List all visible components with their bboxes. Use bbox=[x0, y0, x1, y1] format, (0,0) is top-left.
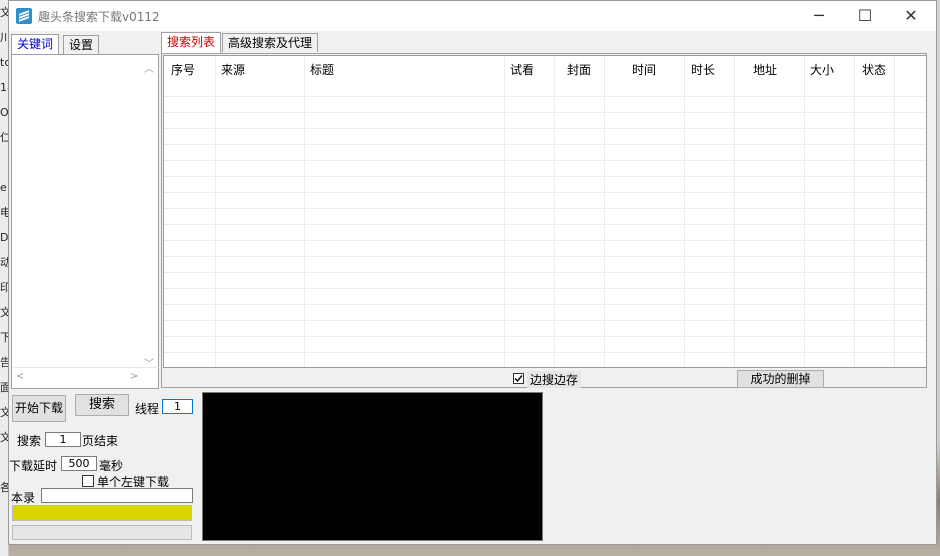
save-while-search-checkbox[interactable] bbox=[513, 373, 524, 384]
row-divider bbox=[164, 304, 926, 305]
row-divider bbox=[164, 256, 926, 257]
video-preview-area[interactable] bbox=[202, 392, 543, 541]
edge-fragment: 18 bbox=[0, 81, 8, 94]
threads-label: 线程 bbox=[135, 402, 160, 416]
row-divider bbox=[164, 176, 926, 177]
edge-fragment: 文 bbox=[0, 300, 8, 325]
app-window: 趣头条搜索下载v0112 ─ ☐ ✕ 关键词 设置 ︿ ﹀ < > 搜索列表 高… bbox=[8, 0, 937, 545]
column-header-index[interactable]: 序号 bbox=[171, 56, 195, 84]
row-divider bbox=[164, 144, 926, 145]
row-divider bbox=[164, 192, 926, 193]
scroll-left-arrow-icon[interactable]: < bbox=[16, 371, 24, 382]
progress-fill bbox=[13, 506, 191, 520]
edge-fragment: 文 bbox=[0, 425, 8, 450]
delay-unit-label: 毫秒 bbox=[99, 459, 124, 473]
search-list-panel: 序号 来源 标题 试看 封面 时间 时长 地址 大小 状态 边搜边存 成功的删掉 bbox=[161, 53, 927, 388]
column-header-address[interactable]: 地址 bbox=[753, 56, 777, 84]
check-icon bbox=[514, 375, 523, 383]
title-bar: 趣头条搜索下载v0112 ─ ☐ ✕ bbox=[9, 1, 936, 31]
row-divider bbox=[164, 224, 926, 225]
row-divider bbox=[164, 112, 926, 113]
tab-advanced-search-proxy[interactable]: 高级搜索及代理 bbox=[222, 33, 319, 52]
search-button[interactable]: 搜索 bbox=[75, 394, 129, 416]
edge-fragment: 文 bbox=[0, 400, 8, 425]
save-while-search-label: 边搜边存 bbox=[527, 371, 582, 388]
row-divider bbox=[164, 240, 926, 241]
edge-fragment: 川 bbox=[0, 25, 8, 50]
download-progress-bar bbox=[12, 505, 192, 521]
results-table[interactable]: 序号 来源 标题 试看 封面 时间 时长 地址 大小 状态 bbox=[163, 55, 927, 368]
column-header-title[interactable]: 标题 bbox=[310, 56, 334, 84]
edge-fragment: D bbox=[0, 231, 9, 244]
tab-keywords[interactable]: 关键词 bbox=[11, 34, 60, 55]
scroll-up-arrow-icon[interactable]: ︿ bbox=[144, 60, 154, 75]
maximize-button[interactable]: ☐ bbox=[842, 1, 888, 31]
pages-suffix-label: 页结束 bbox=[82, 434, 119, 448]
row-divider bbox=[164, 336, 926, 337]
download-delay-label: 下载延时 bbox=[9, 459, 58, 473]
edge-fragment: 各 bbox=[0, 475, 8, 500]
secondary-progress-bar bbox=[12, 525, 192, 540]
edge-fragment: e bbox=[0, 181, 7, 194]
row-divider bbox=[164, 272, 926, 273]
tab-search-list[interactable]: 搜索列表 bbox=[161, 32, 222, 53]
delete-successful-button[interactable]: 成功的删掉 bbox=[737, 370, 824, 388]
column-header-cover[interactable]: 封面 bbox=[567, 56, 591, 84]
edge-fragment: 电 bbox=[0, 200, 8, 225]
scrollbar-divider bbox=[13, 367, 159, 368]
minimize-button[interactable]: ─ bbox=[796, 1, 842, 31]
row-divider bbox=[164, 352, 926, 353]
download-delay-input[interactable]: 500 bbox=[61, 456, 97, 471]
pages-input[interactable]: 1 bbox=[45, 432, 81, 447]
column-header-duration[interactable]: 时长 bbox=[691, 56, 715, 84]
edge-fragment bbox=[0, 150, 8, 175]
edge-fragment: 文 bbox=[0, 0, 8, 25]
scroll-right-arrow-icon[interactable]: > bbox=[130, 371, 138, 382]
edge-fragment: 动 bbox=[0, 250, 8, 275]
row-divider bbox=[164, 288, 926, 289]
column-header-preview[interactable]: 试看 bbox=[510, 56, 534, 84]
tab-settings[interactable]: 设置 bbox=[63, 35, 100, 54]
edge-fragment: 面 bbox=[0, 375, 8, 400]
single-left-click-download-checkbox[interactable] bbox=[82, 475, 94, 487]
row-divider bbox=[164, 160, 926, 161]
edge-fragment bbox=[0, 450, 8, 475]
edge-fragment: 仁 bbox=[0, 125, 8, 150]
edge-fragment: tc bbox=[0, 56, 8, 69]
edge-fragment: 下 bbox=[0, 325, 8, 350]
row-divider bbox=[164, 96, 926, 97]
window-title: 趣头条搜索下载v0112 bbox=[38, 10, 160, 24]
threads-input[interactable]: 1 bbox=[162, 399, 193, 414]
keyword-list-panel: ︿ ﹀ < > bbox=[11, 54, 159, 389]
keyword-listbox[interactable] bbox=[13, 56, 159, 387]
close-button[interactable]: ✕ bbox=[888, 1, 934, 31]
edge-fragment: O bbox=[0, 106, 9, 119]
record-label: 本录 bbox=[11, 491, 36, 505]
edge-fragment: 告 bbox=[0, 350, 8, 375]
column-header-status[interactable]: 状态 bbox=[862, 56, 886, 84]
row-divider bbox=[164, 128, 926, 129]
column-header-size[interactable]: 大小 bbox=[810, 56, 834, 84]
record-input[interactable] bbox=[41, 488, 193, 503]
app-icon bbox=[16, 8, 32, 24]
row-divider bbox=[164, 320, 926, 321]
row-divider bbox=[164, 208, 926, 209]
column-header-time[interactable]: 时间 bbox=[632, 56, 656, 84]
search-pages-label: 搜索 bbox=[17, 434, 42, 448]
start-download-button[interactable]: 开始下载 bbox=[12, 395, 66, 422]
column-header-source[interactable]: 来源 bbox=[221, 56, 245, 84]
edge-fragment: 印 bbox=[0, 275, 8, 300]
